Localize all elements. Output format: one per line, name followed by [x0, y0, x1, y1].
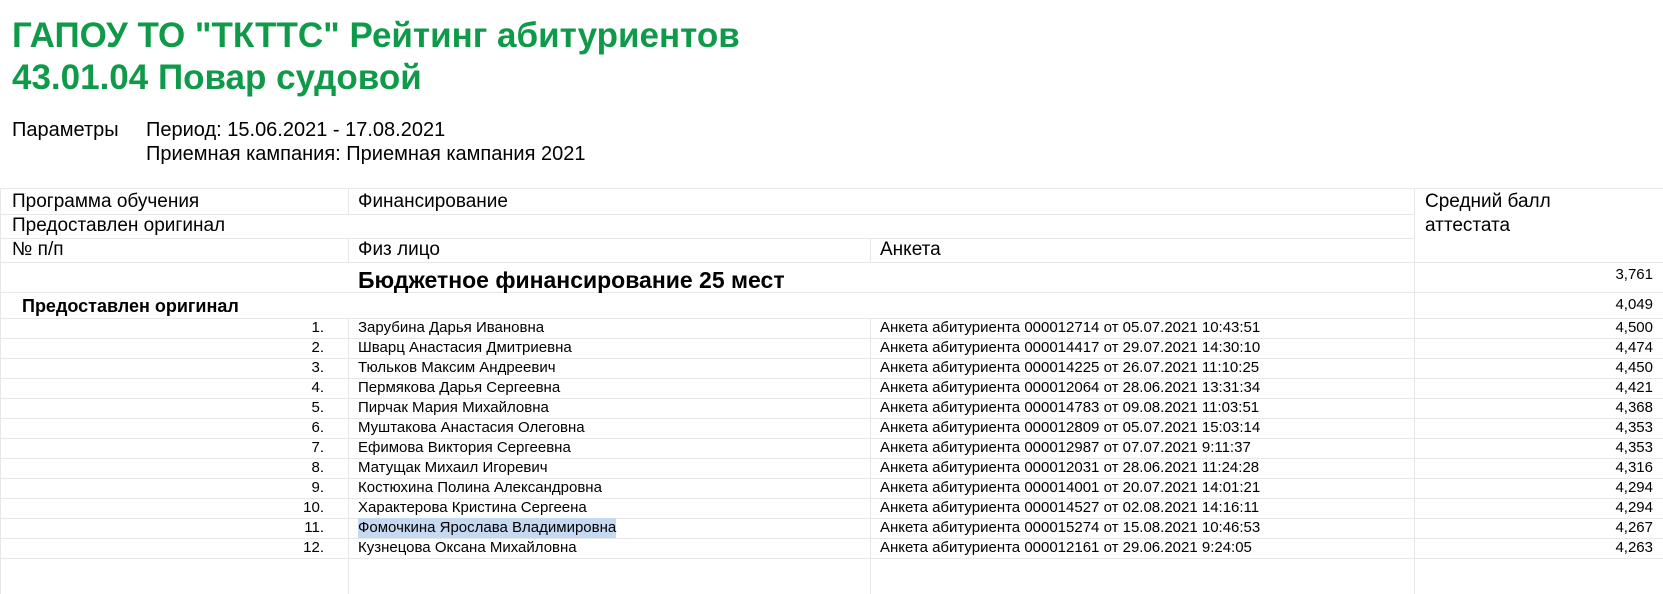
avg-score: 4,294 — [1615, 499, 1653, 516]
avg-score: 4,353 — [1615, 419, 1653, 436]
avg-score: 4,450 — [1615, 359, 1653, 376]
application-link[interactable]: Анкета абитуриента 000014783 от 09.08.20… — [880, 398, 1259, 418]
row-number: 6. — [311, 419, 324, 436]
group-budget-avg: 3,761 — [1615, 266, 1653, 283]
row-number: 3. — [311, 359, 324, 376]
table-row[interactable]: 3. Тюльков Максим Андреевич Анкета абиту… — [0, 358, 1663, 378]
avg-score: 4,294 — [1615, 479, 1653, 496]
row-number: 8. — [311, 459, 324, 476]
table-row[interactable]: 8. Матущак Михаил Игоревич Анкета абитур… — [0, 458, 1663, 478]
row-number: 2. — [311, 339, 324, 356]
row-number: 7. — [311, 439, 324, 456]
col-header-financing: Финансирование — [358, 191, 508, 212]
application-link[interactable]: Анкета абитуриента 000012809 от 05.07.20… — [880, 418, 1260, 438]
grid-line — [348, 238, 349, 262]
avg-score: 4,267 — [1615, 519, 1653, 536]
group-original-avg: 4,049 — [1615, 296, 1653, 313]
col-header-application: Анкета — [880, 239, 941, 260]
grid-line — [348, 188, 349, 214]
avg-score: 4,263 — [1615, 539, 1653, 556]
row-number: 9. — [311, 479, 324, 496]
col-header-program: Программа обучения — [12, 191, 200, 212]
avg-score: 4,421 — [1615, 379, 1653, 396]
rating-table: Программа обучения Финансирование Предос… — [0, 188, 1663, 594]
application-link[interactable]: Анкета абитуриента 000012987 от 07.07.20… — [880, 438, 1251, 458]
table-row[interactable]: 10. Характерова Кристина Сергеена Анкета… — [0, 498, 1663, 518]
table-row[interactable]: 7. Ефимова Виктория Сергеевна Анкета аби… — [0, 438, 1663, 458]
row-number: 5. — [311, 399, 324, 416]
applicant-name[interactable]: Пермякова Дарья Сергеевна — [358, 378, 560, 398]
application-link[interactable]: Анкета абитуриента 000014417 от 29.07.20… — [880, 338, 1260, 358]
param-campaign: Приемная кампания: Приемная кампания 202… — [146, 143, 586, 165]
table-row[interactable]: 12. Кузнецова Оксана Михайловна Анкета а… — [0, 538, 1663, 558]
application-link[interactable]: Анкета абитуриента 000014001 от 20.07.20… — [880, 478, 1260, 498]
table-row[interactable]: 5. Пирчак Мария Михайловна Анкета абитур… — [0, 398, 1663, 418]
applicant-name[interactable]: Тюльков Максим Андреевич — [358, 358, 556, 378]
application-link[interactable]: Анкета абитуриента 000012161 от 29.06.20… — [880, 538, 1252, 558]
row-number: 12. — [303, 539, 324, 556]
grid-line — [870, 238, 871, 262]
application-link[interactable]: Анкета абитуриента 000012714 от 05.07.20… — [880, 318, 1260, 338]
row-number: 10. — [303, 499, 324, 516]
application-link[interactable]: Анкета абитуриента 000012031 от 28.06.20… — [880, 458, 1259, 478]
applicant-name-selected[interactable]: Фомочкина Ярослава Владимировна — [358, 518, 617, 538]
applicant-name[interactable]: Кузнецова Оксана Михайловна — [358, 538, 577, 558]
avg-score: 4,500 — [1615, 319, 1653, 336]
avg-score: 4,474 — [1615, 339, 1653, 356]
application-link[interactable]: Анкета абитуриента 000014225 от 26.07.20… — [880, 358, 1259, 378]
avg-score: 4,316 — [1615, 459, 1653, 476]
avg-score: 4,368 — [1615, 399, 1653, 416]
params-label: Параметры — [12, 119, 119, 141]
col-header-person: Физ лицо — [358, 239, 440, 260]
row-number: 1. — [311, 319, 324, 336]
applicant-name[interactable]: Зарубина Дарья Ивановна — [358, 318, 544, 338]
applicant-name[interactable]: Ефимова Виктория Сергеевна — [358, 438, 571, 458]
col-header-number: № п/п — [12, 239, 64, 260]
applicant-name[interactable]: Муштакова Анастасия Олеговна — [358, 418, 585, 438]
applicant-name[interactable]: Пирчак Мария Михайловна — [358, 398, 549, 418]
application-link[interactable]: Анкета абитуриента 000012064 от 28.06.20… — [880, 378, 1260, 398]
applicant-name[interactable]: Матущак Михаил Игоревич — [358, 458, 548, 478]
param-period: Период: 15.06.2021 - 17.08.2021 — [146, 119, 446, 141]
table-row[interactable]: 2. Шварц Анастасия Дмитриевна Анкета аби… — [0, 338, 1663, 358]
group-original-title: Предоставлен оригинал — [22, 296, 239, 316]
table-row[interactable]: 11. Фомочкина Ярослава Владимировна Анке… — [0, 518, 1663, 538]
table-row[interactable]: 6. Муштакова Анастасия Олеговна Анкета а… — [0, 418, 1663, 438]
table-row[interactable]: 9. Костюхина Полина Александровна Анкета… — [0, 478, 1663, 498]
applicant-name[interactable]: Характерова Кристина Сергеена — [358, 498, 587, 518]
col-header-avg-score: Средний балл аттестата — [1425, 191, 1551, 236]
application-link[interactable]: Анкета абитуриента 000014527 от 02.08.20… — [880, 498, 1259, 518]
row-number: 11. — [304, 519, 324, 536]
group-budget-title: Бюджетное финансирование 25 мест — [358, 267, 785, 293]
avg-score: 4,353 — [1615, 439, 1653, 456]
applicant-name[interactable]: Шварц Анастасия Дмитриевна — [358, 338, 572, 358]
col-header-original: Предоставлен оригинал — [12, 215, 226, 236]
table-row[interactable]: 1. Зарубина Дарья Ивановна Анкета абитур… — [0, 318, 1663, 338]
grid-line — [0, 558, 1663, 559]
row-number: 4. — [311, 379, 324, 396]
report-subtitle-program: 43.01.04 Повар судовой — [12, 58, 422, 97]
grid-line — [0, 238, 1414, 239]
application-link[interactable]: Анкета абитуриента 000015274 от 15.08.20… — [880, 518, 1260, 538]
applicant-name[interactable]: Костюхина Полина Александровна — [358, 478, 602, 498]
report-title: ГАПОУ ТО "ТКТТС" Рейтинг абитуриентов — [12, 16, 740, 55]
table-row[interactable]: 4. Пермякова Дарья Сергеевна Анкета абит… — [0, 378, 1663, 398]
